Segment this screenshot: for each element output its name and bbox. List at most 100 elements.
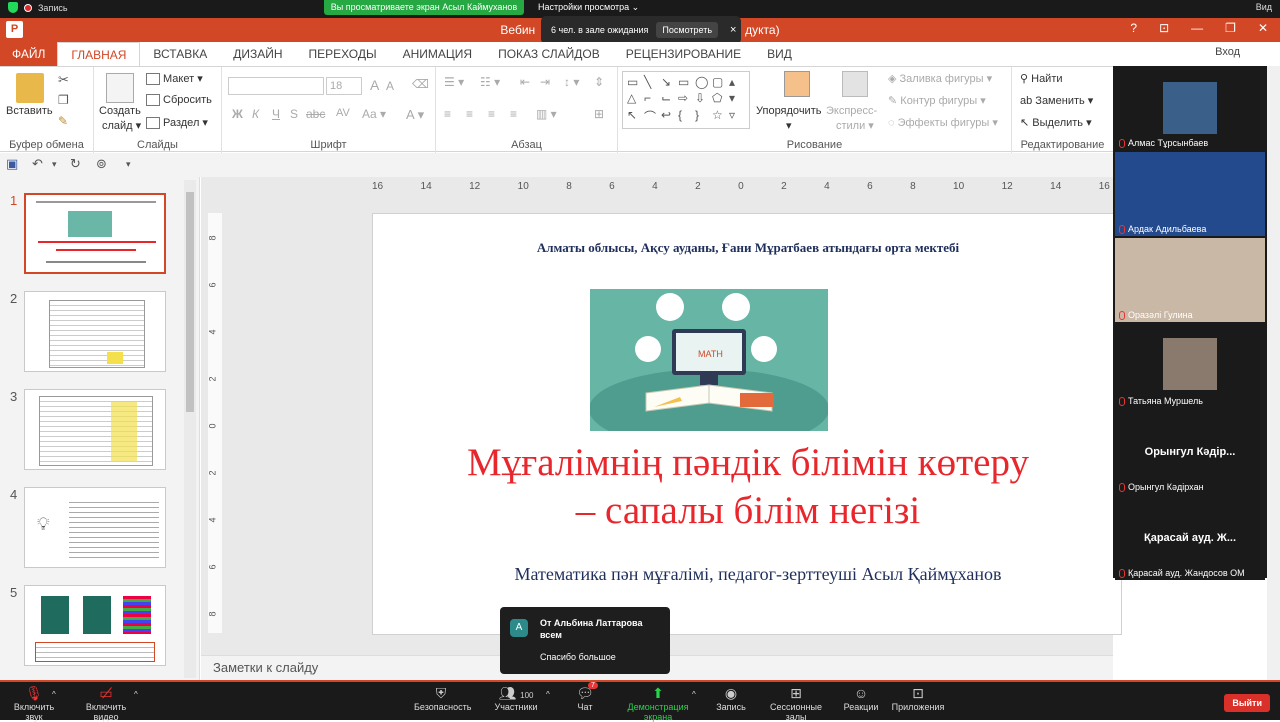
flowchart-shape-icon[interactable]: ⬠: [712, 91, 728, 105]
rounded-rectangle-shape-icon[interactable]: ▢: [712, 75, 728, 89]
ribbon-display-icon[interactable]: ⊡: [1159, 21, 1169, 35]
star-shape-icon[interactable]: ☆: [712, 108, 728, 125]
thumbnails-scrollbar[interactable]: [184, 180, 196, 678]
tab-7[interactable]: РЕЦЕНЗИРОВАНИЕ: [613, 42, 754, 66]
new-slide-label-2[interactable]: слайд ▾: [102, 119, 141, 132]
slide-school-name[interactable]: Алматы облысы, Ақсу ауданы, Ғани Мұратба…: [373, 240, 1123, 256]
shrink-font-icon[interactable]: A: [386, 79, 394, 93]
clear-formatting-icon[interactable]: ⌫: [412, 77, 429, 91]
close-icon[interactable]: ×: [730, 24, 736, 36]
wave-shape-icon[interactable]: ⌒: [644, 108, 660, 125]
security-button[interactable]: ⛨ Безопасность: [414, 684, 471, 712]
recording-indicator[interactable]: Запись: [8, 2, 68, 13]
current-slide[interactable]: Алматы облысы, Ақсу ауданы, Ғани Мұратба…: [372, 213, 1122, 635]
quick-styles-label-2[interactable]: стили ▾: [836, 119, 874, 132]
save-icon[interactable]: ▣: [6, 156, 18, 172]
participant-tile[interactable]: Қарасай ауд. Ж... Қарасай ауд. Жандосов О…: [1115, 496, 1265, 580]
new-slide-label-1[interactable]: Создать: [99, 105, 141, 117]
view-waiting-room-button[interactable]: Посмотреть: [656, 22, 719, 38]
font-color-icon[interactable]: A ▾: [406, 107, 424, 123]
align-center-icon[interactable]: ≡: [466, 107, 473, 121]
right-brace-shape-icon[interactable]: }: [695, 108, 711, 125]
tab-4[interactable]: ПЕРЕХОДЫ: [296, 42, 390, 66]
bold-icon[interactable]: Ж: [232, 107, 243, 121]
text-box-shape-icon[interactable]: ▭: [627, 75, 643, 89]
smartart-icon[interactable]: ⊞: [594, 107, 604, 121]
bent-shape-icon[interactable]: ↩: [661, 108, 677, 125]
curve-shape-icon[interactable]: ↖: [627, 108, 643, 125]
tab-0[interactable]: ФАЙЛ: [0, 42, 58, 66]
arrange-chevron-icon[interactable]: ▾: [786, 119, 792, 132]
line-shape-icon[interactable]: ╲: [644, 75, 660, 89]
leave-meeting-button[interactable]: Выйти: [1224, 694, 1270, 712]
right-arrow-shape-icon[interactable]: ⇨: [678, 91, 694, 105]
justify-icon[interactable]: ≡: [510, 107, 517, 121]
slide-title[interactable]: Мұғалімнің пәндік білімін көтеру – сапал…: [403, 439, 1093, 535]
tab-1[interactable]: ГЛАВНАЯ: [57, 42, 141, 66]
arrow-line-shape-icon[interactable]: ↘: [661, 75, 677, 89]
share-screen-button[interactable]: ⬆ Демонстрация экрана: [616, 684, 700, 722]
participant-tile[interactable]: Алмас Тұрсынбаев: [1115, 66, 1265, 150]
cut-icon[interactable]: ✂: [58, 72, 69, 88]
paste-button[interactable]: Вставить: [6, 105, 53, 117]
audio-options-chevron-icon[interactable]: ^: [52, 690, 56, 699]
format-painter-icon[interactable]: ✎: [58, 114, 68, 128]
apps-button[interactable]: ⊡ Приложения: [890, 684, 946, 712]
strikethrough-icon[interactable]: abc: [306, 107, 325, 121]
undo-dropdown-icon[interactable]: ▾: [52, 159, 57, 170]
close-icon[interactable]: ✕: [1258, 21, 1268, 35]
start-slideshow-icon[interactable]: ⊚: [96, 156, 107, 172]
customize-toolbar-icon[interactable]: ▾: [126, 159, 131, 170]
redo-icon[interactable]: ↻: [70, 156, 81, 172]
participant-tile[interactable]: Оразәлі Гулина: [1115, 238, 1265, 322]
arrange-button[interactable]: Упорядочить: [756, 105, 821, 117]
slide-thumbnail-4[interactable]: 💡︎: [24, 487, 166, 568]
participant-tile[interactable]: Ардак Адильбаева: [1115, 152, 1265, 236]
tab-6[interactable]: ПОКАЗ СЛАЙДОВ: [485, 42, 613, 66]
share-options-chevron-icon[interactable]: ^: [692, 690, 696, 699]
slide-thumbnail-2[interactable]: [24, 291, 166, 372]
shape-outline-button[interactable]: ✎ Контур фигуры ▾: [888, 94, 986, 107]
new-slide-icon[interactable]: [106, 73, 134, 103]
layout-button[interactable]: Макет ▾: [146, 72, 203, 86]
slide-thumbnail-3[interactable]: [24, 389, 166, 470]
columns-icon[interactable]: ▥ ▾: [536, 107, 557, 121]
record-button[interactable]: ◉ Запись: [714, 684, 748, 712]
scroll-up-icon[interactable]: ▴: [729, 75, 745, 89]
increase-indent-icon[interactable]: ⇥: [540, 75, 550, 89]
italic-icon[interactable]: К: [252, 107, 259, 121]
start-video-button[interactable]: ▭̸ Включить видео: [74, 684, 138, 722]
shadow-icon[interactable]: S: [290, 107, 298, 121]
align-left-icon[interactable]: ≡: [444, 107, 451, 121]
shapes-gallery[interactable]: ▭ ╲ ↘ ▭ ◯ ▢ ▴ △ ⌐ ⌙ ⇨ ⇩ ⬠ ▾ ↖ ⌒ ↩ { } ☆ …: [622, 71, 750, 129]
reactions-button[interactable]: ☺︎ Реакции: [842, 684, 880, 712]
sign-in-link[interactable]: Вход: [1215, 46, 1240, 58]
text-direction-icon[interactable]: ⇕: [594, 75, 604, 89]
underline-icon[interactable]: Ч: [272, 107, 280, 121]
tab-2[interactable]: ВСТАВКА: [140, 42, 220, 66]
scrollbar-thumb[interactable]: [186, 192, 194, 412]
chat-button[interactable]: 💬︎ 7 Чат: [572, 682, 598, 712]
align-right-icon[interactable]: ≡: [488, 107, 495, 121]
reset-button[interactable]: Сбросить: [146, 94, 212, 107]
left-brace-shape-icon[interactable]: {: [678, 108, 694, 125]
tab-8[interactable]: ВИД: [754, 42, 805, 66]
triangle-shape-icon[interactable]: △: [627, 91, 643, 105]
section-button[interactable]: Раздел ▾: [146, 116, 208, 130]
font-name-input[interactable]: [228, 77, 324, 95]
quick-styles-label-1[interactable]: Экспресс-: [826, 105, 877, 117]
slide-math-illustration[interactable]: MATH: [590, 289, 828, 431]
participants-button[interactable]: 👥︎ 100 Участники: [494, 684, 538, 712]
font-size-input[interactable]: 18: [326, 77, 362, 95]
slide-thumbnail-1[interactable]: [24, 193, 166, 274]
elbow-connector-shape-icon[interactable]: ⌐: [644, 91, 660, 105]
shape-fill-button[interactable]: ◈ Заливка фигуры ▾: [888, 72, 992, 85]
arrange-icon[interactable]: [784, 71, 810, 97]
slide-thumbnail-5[interactable]: [24, 585, 166, 666]
tab-5[interactable]: АНИМАЦИЯ: [390, 42, 485, 66]
undo-icon[interactable]: ↶: [32, 156, 43, 172]
participants-options-chevron-icon[interactable]: ^: [546, 690, 550, 699]
paste-icon[interactable]: [16, 73, 44, 103]
quick-styles-icon[interactable]: [842, 71, 868, 97]
shape-effects-button[interactable]: ◌ Эффекты фигуры ▾: [888, 116, 998, 129]
